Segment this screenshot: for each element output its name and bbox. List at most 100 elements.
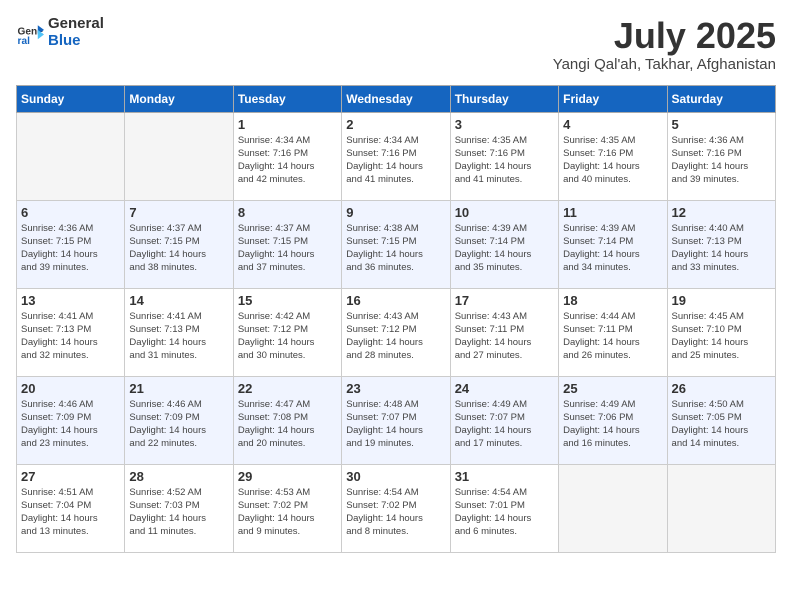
calendar-day-cell: 26 Sunrise: 4:50 AM Sunset: 7:05 PM Dayli… <box>667 376 775 464</box>
day-info: Sunrise: 4:43 AM Sunset: 7:11 PM Dayligh… <box>455 310 554 363</box>
day-number: 20 <box>21 381 120 396</box>
day-number: 28 <box>129 469 228 484</box>
calendar-day-cell: 16Sunrise: 4:43 AM Sunset: 7:12 PM Dayli… <box>342 288 450 376</box>
calendar-day-cell: 3Sunrise: 4:35 AM Sunset: 7:16 PM Daylig… <box>450 112 558 200</box>
day-number: 5 <box>672 117 771 132</box>
day-number: 23 <box>346 381 445 396</box>
day-info: Sunrise: 4:37 AM Sunset: 7:15 PM Dayligh… <box>129 222 228 275</box>
calendar-day-cell: 28Sunrise: 4:52 AM Sunset: 7:03 PM Dayli… <box>125 464 233 552</box>
day-number: 7 <box>129 205 228 220</box>
day-info: Sunrise: 4:38 AM Sunset: 7:15 PM Dayligh… <box>346 222 445 275</box>
day-number: 19 <box>672 293 771 308</box>
day-number: 22 <box>238 381 337 396</box>
calendar-day-cell: 22 Sunrise: 4:47 AM Sunset: 7:08 PM Dayli… <box>233 376 341 464</box>
day-number: 11 <box>563 205 662 220</box>
calendar-day-cell: 6 Sunrise: 4:36 AM Sunset: 7:15 PM Daylig… <box>17 200 125 288</box>
logo: Gene ral General Blue <box>16 16 104 49</box>
calendar-day-cell: 15 Sunrise: 4:42 AM Sunset: 7:12 PM Dayli… <box>233 288 341 376</box>
calendar-day-cell: 12Sunrise: 4:40 AM Sunset: 7:13 PM Dayli… <box>667 200 775 288</box>
day-number: 1 <box>238 117 337 132</box>
calendar-body: 1 Sunrise: 4:34 AM Sunset: 7:16 PM Daylig… <box>17 112 776 552</box>
day-info: Sunrise: 4:34 AM Sunset: 7:16 PM Dayligh… <box>346 134 445 187</box>
calendar-day-cell: 4Sunrise: 4:35 AM Sunset: 7:16 PM Daylig… <box>559 112 667 200</box>
calendar-day-header: Wednesday <box>342 85 450 112</box>
day-info: Sunrise: 4:42 AM Sunset: 7:12 PM Dayligh… <box>238 310 337 363</box>
calendar-day-cell: 7 Sunrise: 4:37 AM Sunset: 7:15 PM Daylig… <box>125 200 233 288</box>
calendar-day-cell: 30Sunrise: 4:54 AM Sunset: 7:02 PM Dayli… <box>342 464 450 552</box>
calendar-day-cell: 18Sunrise: 4:44 AM Sunset: 7:11 PM Dayli… <box>559 288 667 376</box>
calendar-day-cell: 25Sunrise: 4:49 AM Sunset: 7:06 PM Dayli… <box>559 376 667 464</box>
logo-line2: Blue <box>48 33 104 50</box>
day-number: 15 <box>238 293 337 308</box>
day-info: Sunrise: 4:41 AM Sunset: 7:13 PM Dayligh… <box>129 310 228 363</box>
calendar-week-row: 1 Sunrise: 4:34 AM Sunset: 7:16 PM Daylig… <box>17 112 776 200</box>
month-title: July 2025 <box>553 16 776 56</box>
day-info: Sunrise: 4:43 AM Sunset: 7:12 PM Dayligh… <box>346 310 445 363</box>
day-info: Sunrise: 4:36 AM Sunset: 7:15 PM Dayligh… <box>21 222 120 275</box>
day-info: Sunrise: 4:47 AM Sunset: 7:08 PM Dayligh… <box>238 398 337 451</box>
calendar-day-cell: 27 Sunrise: 4:51 AM Sunset: 7:04 PM Dayli… <box>17 464 125 552</box>
day-number: 26 <box>672 381 771 396</box>
calendar-day-cell <box>667 464 775 552</box>
calendar-day-cell: 29Sunrise: 4:53 AM Sunset: 7:02 PM Dayli… <box>233 464 341 552</box>
day-number: 9 <box>346 205 445 220</box>
calendar-day-cell: 14 Sunrise: 4:41 AM Sunset: 7:13 PM Dayli… <box>125 288 233 376</box>
calendar-day-cell: 17 Sunrise: 4:43 AM Sunset: 7:11 PM Dayli… <box>450 288 558 376</box>
day-info: Sunrise: 4:51 AM Sunset: 7:04 PM Dayligh… <box>21 486 120 539</box>
day-info: Sunrise: 4:36 AM Sunset: 7:16 PM Dayligh… <box>672 134 771 187</box>
calendar-day-cell: 20 Sunrise: 4:46 AM Sunset: 7:09 PM Dayli… <box>17 376 125 464</box>
day-number: 8 <box>238 205 337 220</box>
calendar-day-cell <box>125 112 233 200</box>
title-block: July 2025 Yangi Qal'ah, Takhar, Afghanis… <box>553 16 776 73</box>
day-number: 6 <box>21 205 120 220</box>
calendar-day-header: Sunday <box>17 85 125 112</box>
day-info: Sunrise: 4:48 AM Sunset: 7:07 PM Dayligh… <box>346 398 445 451</box>
day-info: Sunrise: 4:45 AM Sunset: 7:10 PM Dayligh… <box>672 310 771 363</box>
day-info: Sunrise: 4:40 AM Sunset: 7:13 PM Dayligh… <box>672 222 771 275</box>
day-number: 27 <box>21 469 120 484</box>
location-subtitle: Yangi Qal'ah, Takhar, Afghanistan <box>553 56 776 73</box>
day-info: Sunrise: 4:46 AM Sunset: 7:09 PM Dayligh… <box>21 398 120 451</box>
calendar-week-row: 6 Sunrise: 4:36 AM Sunset: 7:15 PM Daylig… <box>17 200 776 288</box>
calendar-day-cell: 8Sunrise: 4:37 AM Sunset: 7:15 PM Daylig… <box>233 200 341 288</box>
day-number: 17 <box>455 293 554 308</box>
day-number: 30 <box>346 469 445 484</box>
calendar-day-cell: 9 Sunrise: 4:38 AM Sunset: 7:15 PM Daylig… <box>342 200 450 288</box>
day-number: 18 <box>563 293 662 308</box>
calendar-day-header: Thursday <box>450 85 558 112</box>
day-info: Sunrise: 4:54 AM Sunset: 7:01 PM Dayligh… <box>455 486 554 539</box>
day-number: 25 <box>563 381 662 396</box>
logo-icon: Gene ral <box>16 19 44 47</box>
calendar-day-cell: 23 Sunrise: 4:48 AM Sunset: 7:07 PM Dayli… <box>342 376 450 464</box>
day-number: 10 <box>455 205 554 220</box>
calendar-day-cell: 24Sunrise: 4:49 AM Sunset: 7:07 PM Dayli… <box>450 376 558 464</box>
day-info: Sunrise: 4:39 AM Sunset: 7:14 PM Dayligh… <box>563 222 662 275</box>
day-info: Sunrise: 4:46 AM Sunset: 7:09 PM Dayligh… <box>129 398 228 451</box>
day-info: Sunrise: 4:35 AM Sunset: 7:16 PM Dayligh… <box>455 134 554 187</box>
day-number: 13 <box>21 293 120 308</box>
svg-text:ral: ral <box>18 35 31 46</box>
calendar-week-row: 27 Sunrise: 4:51 AM Sunset: 7:04 PM Dayli… <box>17 464 776 552</box>
day-info: Sunrise: 4:41 AM Sunset: 7:13 PM Dayligh… <box>21 310 120 363</box>
calendar-day-cell: 21 Sunrise: 4:46 AM Sunset: 7:09 PM Dayli… <box>125 376 233 464</box>
calendar-day-cell: 19 Sunrise: 4:45 AM Sunset: 7:10 PM Dayli… <box>667 288 775 376</box>
page-header: Gene ral General Blue July 2025 Yangi Qa… <box>16 16 776 73</box>
calendar-table: SundayMondayTuesdayWednesdayThursdayFrid… <box>16 85 776 553</box>
day-info: Sunrise: 4:49 AM Sunset: 7:07 PM Dayligh… <box>455 398 554 451</box>
calendar-day-cell: 10 Sunrise: 4:39 AM Sunset: 7:14 PM Dayli… <box>450 200 558 288</box>
day-number: 21 <box>129 381 228 396</box>
calendar-day-header: Monday <box>125 85 233 112</box>
calendar-day-cell: 13 Sunrise: 4:41 AM Sunset: 7:13 PM Dayli… <box>17 288 125 376</box>
logo-line1: General <box>48 16 104 33</box>
calendar-day-cell: 31Sunrise: 4:54 AM Sunset: 7:01 PM Dayli… <box>450 464 558 552</box>
calendar-day-header: Friday <box>559 85 667 112</box>
day-info: Sunrise: 4:53 AM Sunset: 7:02 PM Dayligh… <box>238 486 337 539</box>
day-number: 14 <box>129 293 228 308</box>
day-info: Sunrise: 4:34 AM Sunset: 7:16 PM Dayligh… <box>238 134 337 187</box>
day-info: Sunrise: 4:50 AM Sunset: 7:05 PM Dayligh… <box>672 398 771 451</box>
day-info: Sunrise: 4:39 AM Sunset: 7:14 PM Dayligh… <box>455 222 554 275</box>
calendar-day-header: Saturday <box>667 85 775 112</box>
calendar-day-cell <box>17 112 125 200</box>
day-number: 4 <box>563 117 662 132</box>
calendar-day-cell: 2Sunrise: 4:34 AM Sunset: 7:16 PM Daylig… <box>342 112 450 200</box>
